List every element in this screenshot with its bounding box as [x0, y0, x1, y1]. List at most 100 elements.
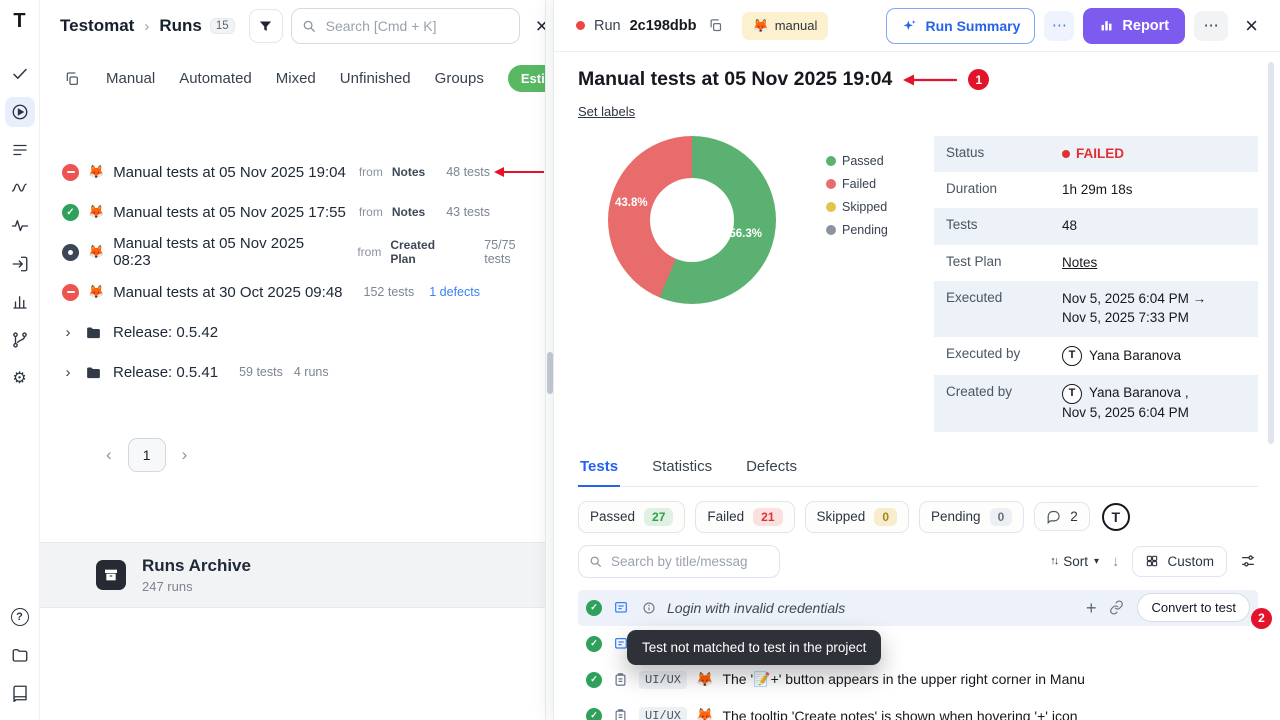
failed-dot-icon [1062, 150, 1070, 158]
run-detail-panel: Run 2c198dbb 🦊 manual Run Summary ⋯ Repo… [553, 0, 1280, 720]
runs-tab-groups[interactable]: Groups [435, 70, 484, 87]
tab-statistics[interactable]: Statistics [650, 450, 714, 486]
test-title: The '📝+' button appears in the upper rig… [722, 671, 1085, 688]
download-button[interactable]: ↓ [1110, 553, 1122, 570]
copy-run-id-button[interactable] [706, 16, 725, 35]
tab-defects[interactable]: Defects [744, 450, 799, 486]
test-row-1[interactable]: ✓ Login with invalid credentials + Conve… [578, 590, 1258, 626]
link-icon[interactable] [1107, 598, 1126, 617]
search-icon [302, 19, 316, 33]
tab-tests[interactable]: Tests [578, 450, 620, 487]
test-list-icon[interactable] [5, 135, 35, 165]
filter-chip-failed[interactable]: Failed21 [695, 501, 794, 533]
duration-value: 1h 29m 18s [1062, 181, 1246, 199]
created-by-value: TYana Baranova , Nov 5, 2025 6:04 PM [1062, 384, 1246, 423]
detail-scrollbar[interactable] [1268, 62, 1274, 444]
fox-emoji: 🦊 [696, 671, 713, 688]
tune-filters-button[interactable] [1238, 551, 1258, 571]
changelog-folder-icon[interactable] [5, 640, 35, 670]
convert-to-test-button[interactable]: Convert to test [1137, 593, 1250, 622]
set-labels-link[interactable]: Set labels [578, 104, 635, 119]
runs-archive-row[interactable]: Runs Archive 247 runs [40, 542, 545, 608]
release-folder-row-1[interactable]: › Release: 0.5.42 [56, 312, 545, 352]
tests-list: ✓ Login with invalid credentials + Conve… [578, 590, 1258, 720]
run-row-3[interactable]: 🦊 Manual tests at 05 Nov 2025 08:23 from… [56, 232, 545, 272]
filter-chip-pending[interactable]: Pending0 [919, 501, 1024, 533]
summary-more-button[interactable]: ⋯ [1044, 11, 1074, 41]
legend-passed: Passed [826, 154, 904, 168]
detail-tabs: Tests Statistics Defects [578, 450, 1258, 487]
breadcrumb-separator: › [144, 18, 149, 35]
runs-panel-close-button[interactable]: × [528, 16, 545, 37]
tasks-check-icon[interactable] [5, 59, 35, 89]
run-title: Manual tests at 30 Oct 2025 09:48 [113, 284, 342, 301]
run-summary-button[interactable]: Run Summary [886, 8, 1035, 44]
reports-chart-icon[interactable] [5, 287, 35, 317]
runs-tab-estimate[interactable]: Estim [508, 65, 545, 92]
breadcrumb-app[interactable]: Testomat [60, 16, 134, 36]
run-row-1[interactable]: 🦊 Manual tests at 05 Nov 2025 19:04 from… [56, 152, 545, 192]
filter-chip-skipped[interactable]: Skipped0 [805, 501, 909, 533]
fox-emoji: 🦊 [696, 707, 713, 720]
run-more-button[interactable]: ⋯ [1194, 11, 1228, 41]
settings-gear-icon[interactable]: ⚙ [5, 363, 35, 393]
analytics-wave-icon[interactable] [5, 173, 35, 203]
runs-tab-manual[interactable]: Manual [106, 70, 155, 87]
page-1-button[interactable]: 1 [128, 438, 166, 472]
chevron-right-icon[interactable]: › [62, 324, 74, 341]
run-from-label: from [357, 245, 381, 259]
tests-search[interactable] [578, 545, 780, 578]
run-row-4[interactable]: 🦊 Manual tests at 30 Oct 2025 09:48 152 … [56, 272, 545, 312]
test-row-3[interactable]: ✓ UI/UX 🦊 The '📝+' button appears in the… [578, 662, 1258, 698]
help-icon[interactable]: ? [5, 602, 35, 632]
add-icon[interactable]: + [1086, 599, 1097, 617]
testomat-logo[interactable]: T [13, 10, 25, 33]
detail-close-button[interactable]: × [1237, 15, 1266, 37]
run-row-2[interactable]: ✓ 🦊 Manual tests at 05 Nov 2025 17:55 fr… [56, 192, 545, 232]
runs-view-toggle-icon[interactable] [62, 69, 82, 89]
import-icon[interactable] [5, 249, 35, 279]
assignee-avatar[interactable]: T [1102, 503, 1130, 531]
filter-chip-comments[interactable]: 2 [1034, 502, 1090, 531]
next-page-button[interactable]: › [182, 445, 188, 465]
run-info-table: Status FAILED Duration 1h 29m 18s Tests … [934, 136, 1258, 432]
folder-icon [83, 362, 104, 383]
prev-page-button[interactable]: ‹ [106, 445, 112, 465]
runs-tab-unfinished[interactable]: Unfinished [340, 70, 411, 87]
sort-button[interactable]: ↑↓ Sort ▾ [1050, 554, 1099, 569]
avatar: T [1062, 346, 1082, 366]
badge-label: manual [775, 18, 818, 33]
test-passed-icon: ✓ [586, 708, 602, 720]
branches-icon[interactable] [5, 325, 35, 355]
runs-search-input[interactable] [324, 17, 509, 35]
filter-chip-passed[interactable]: Passed27 [578, 501, 685, 533]
runs-search[interactable] [291, 8, 520, 44]
runs-filter-tabs: Manual Automated Mixed Unfinished Groups… [40, 52, 545, 104]
docs-book-icon[interactable] [5, 678, 35, 708]
folder-title: Release: 0.5.42 [113, 324, 218, 341]
run-defects-link[interactable]: 1 defects [429, 285, 480, 299]
test-tag: UI/UX [639, 707, 687, 720]
tooltip: Test not matched to test in the project [627, 630, 881, 665]
report-button[interactable]: Report [1083, 8, 1185, 44]
runs-tab-mixed[interactable]: Mixed [276, 70, 316, 87]
test-plan-link[interactable]: Notes [1062, 255, 1097, 270]
runs-tab-automated[interactable]: Automated [179, 70, 252, 87]
custom-view-button[interactable]: Custom [1132, 546, 1227, 577]
release-folder-row-2[interactable]: › Release: 0.5.41 59 tests 4 runs [56, 352, 545, 392]
failed-count: 21 [753, 508, 782, 526]
folder-tests-count: 59 tests [239, 365, 283, 379]
test-passed-icon: ✓ [586, 636, 602, 652]
sparkle-icon [901, 18, 917, 34]
filter-button[interactable] [249, 9, 283, 43]
manual-label-badge[interactable]: 🦊 manual [742, 12, 829, 40]
breadcrumb-section[interactable]: Runs [159, 16, 202, 36]
pulse-icon[interactable] [5, 211, 35, 241]
test-row-4[interactable]: ✓ UI/UX 🦊 The tooltip 'Create notes' is … [578, 698, 1258, 720]
runs-icon[interactable] [5, 97, 35, 127]
chevron-right-icon[interactable]: › [62, 364, 74, 381]
tests-search-input[interactable] [609, 553, 769, 570]
left-rail: T ⚙ ? [0, 0, 40, 720]
comment-icon [1046, 509, 1061, 524]
run-detail-title: Manual tests at 05 Nov 2025 19:04 [578, 68, 892, 91]
